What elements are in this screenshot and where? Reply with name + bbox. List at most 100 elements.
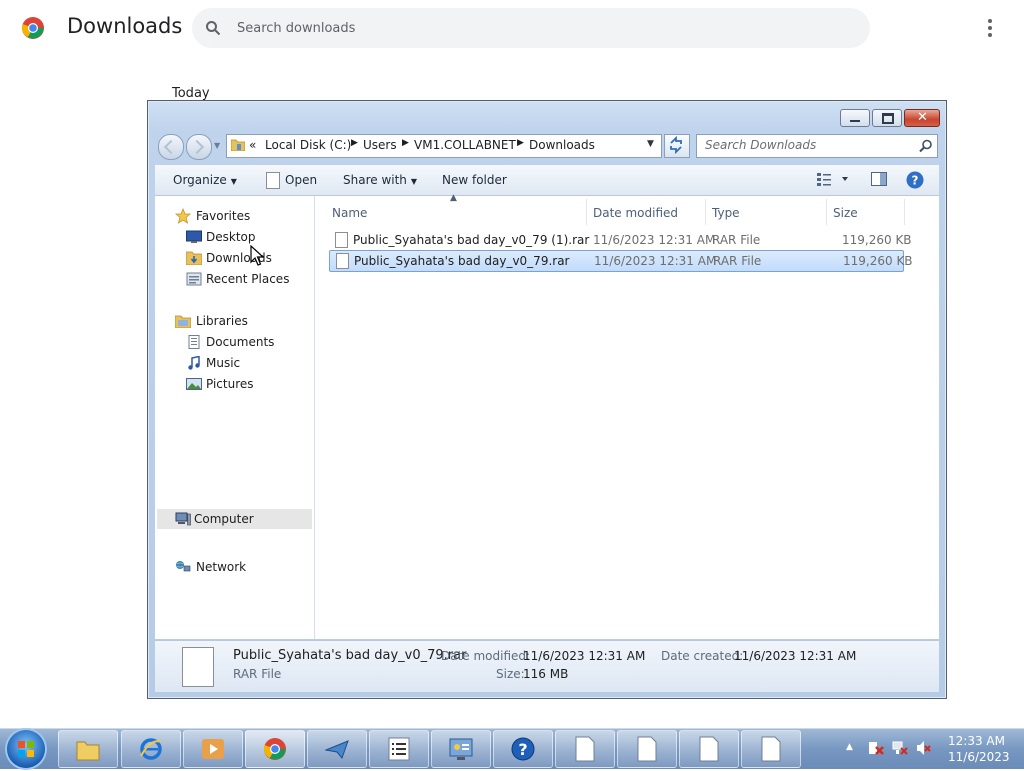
column-divider[interactable] <box>904 199 905 225</box>
details-size-label: Size: <box>496 667 525 681</box>
media-player-icon <box>201 736 225 762</box>
volume-muted-icon[interactable] <box>916 740 932 759</box>
taskbar-chrome-button[interactable] <box>245 730 305 768</box>
nav-computer-row[interactable]: Computer <box>157 509 312 529</box>
taskbar-ie-button[interactable] <box>121 730 181 768</box>
nav-favorites[interactable]: Favorites <box>196 209 250 223</box>
details-pane: Public_Syahata's bad day_v0_79.rar RAR F… <box>155 640 939 692</box>
organize-menu[interactable]: Organize ▼ <box>173 173 237 187</box>
mouse-cursor-icon <box>250 244 266 267</box>
nav-network[interactable]: Network <box>196 560 246 574</box>
nav-libraries[interactable]: Libraries <box>196 314 248 328</box>
details-size: 116 MB <box>523 667 569 681</box>
file-name[interactable]: Public_Syahata's bad day_v0_79.rar <box>354 254 569 268</box>
new-folder-button[interactable]: New folder <box>442 173 507 187</box>
file-type: RAR File <box>712 233 761 247</box>
libraries-icon <box>174 314 192 329</box>
help-icon[interactable]: ? <box>906 171 924 192</box>
crumb-users[interactable]: Users <box>363 138 397 152</box>
document-icon <box>759 736 783 762</box>
nav-recent-places[interactable]: Recent Places <box>206 272 289 286</box>
command-bar: Organize ▼ Open Share with ▼ New folder ? <box>155 165 939 196</box>
navigation-pane: Favorites Desktop Downloads Recent Place… <box>155 196 315 639</box>
crumb-vm1-collabnet[interactable]: VM1.COLLABNET <box>414 138 516 152</box>
network-icon[interactable] <box>892 740 908 759</box>
crumb-downloads[interactable]: Downloads <box>529 138 595 152</box>
svg-text:?: ? <box>518 740 527 759</box>
address-dropdown-icon[interactable]: ▼ <box>647 139 659 151</box>
file-name[interactable]: Public_Syahata's bad day_v0_79 (1).rar <box>353 233 589 247</box>
column-divider[interactable] <box>826 199 827 225</box>
document-icon <box>573 736 597 762</box>
open-button[interactable]: Open <box>285 173 317 187</box>
column-size[interactable]: Size <box>833 206 858 220</box>
explorer-search-input[interactable] <box>705 138 905 152</box>
maximize-button[interactable] <box>872 109 902 127</box>
taskbar-document-button[interactable] <box>679 730 739 768</box>
list-icon <box>387 736 411 762</box>
star-icon <box>174 207 192 224</box>
column-name[interactable]: Name <box>332 206 367 220</box>
file-row-selected[interactable]: Public_Syahata's bad day_v0_79.rar 11/6/… <box>329 250 913 272</box>
show-hidden-icons-icon[interactable]: ▲ <box>846 742 853 752</box>
file-icon <box>266 172 280 189</box>
nav-computer[interactable]: Computer <box>194 512 254 526</box>
taskbar-document-button[interactable] <box>617 730 677 768</box>
downloads-folder-icon <box>185 251 203 266</box>
nav-music[interactable]: Music <box>206 356 240 370</box>
crumb-arrow-icon[interactable]: ▶ <box>402 138 409 148</box>
preview-pane-icon[interactable] <box>871 172 887 189</box>
page-title: Downloads <box>67 14 183 38</box>
more-actions-icon[interactable] <box>980 16 1000 40</box>
details-date-modified-label: Date modified: <box>441 649 531 663</box>
file-list: Name ▲ Date modified Type Size Public_Sy… <box>315 193 939 639</box>
address-bar[interactable]: « Local Disk (C:) ▶ Users ▶ VM1.COLLABNE… <box>226 134 662 158</box>
nav-documents[interactable]: Documents <box>206 335 274 349</box>
taskbar-control-panel-button[interactable] <box>431 730 491 768</box>
chrome-logo-icon <box>21 16 45 40</box>
crumb-arrow-icon[interactable]: ▶ <box>517 138 524 148</box>
file-row[interactable]: Public_Syahata's bad day_v0_79 (1).rar 1… <box>330 230 912 250</box>
view-options-icon[interactable] <box>817 172 857 189</box>
recent-pages-icon[interactable]: ▼ <box>214 141 222 150</box>
start-button[interactable] <box>7 730 45 768</box>
close-button[interactable]: ✕ <box>904 109 940 127</box>
minimize-button[interactable] <box>840 109 870 127</box>
column-type[interactable]: Type <box>712 206 740 220</box>
taskbar-document-button[interactable] <box>555 730 615 768</box>
search-icon[interactable] <box>919 139 933 153</box>
paper-plane-icon <box>324 736 349 762</box>
share-with-menu[interactable]: Share with ▼ <box>343 173 417 187</box>
address-overflow[interactable]: « <box>249 138 256 152</box>
svg-text:?: ? <box>912 174 919 188</box>
clock-date[interactable]: 11/6/2023 <box>948 750 1010 764</box>
column-date-modified[interactable]: Date modified <box>593 206 678 220</box>
forward-button[interactable] <box>186 134 212 160</box>
search-icon <box>205 20 221 36</box>
search-downloads-input[interactable] <box>237 18 837 38</box>
column-divider[interactable] <box>586 199 587 225</box>
desktop-icon <box>186 230 202 244</box>
action-center-icon[interactable] <box>868 740 884 759</box>
file-size: 119,260 KB <box>843 254 913 268</box>
taskbar-help-button[interactable]: ? <box>493 730 553 768</box>
details-date-created-label: Date created: <box>661 649 744 663</box>
refresh-button[interactable] <box>664 134 690 158</box>
documents-icon <box>186 335 202 349</box>
taskbar-mail-button[interactable] <box>307 730 367 768</box>
taskbar-document-button[interactable] <box>741 730 801 768</box>
crumb-arrow-icon[interactable]: ▶ <box>351 138 358 148</box>
clock-time[interactable]: 12:33 AM <box>948 734 1005 748</box>
crumb-local-disk[interactable]: Local Disk (C:) <box>265 138 351 152</box>
taskbar-media-player-button[interactable] <box>183 730 243 768</box>
recent-places-icon <box>186 272 202 286</box>
nav-pictures[interactable]: Pictures <box>206 377 254 391</box>
column-divider[interactable] <box>705 199 706 225</box>
back-button[interactable] <box>158 134 184 160</box>
computer-icon <box>175 512 191 526</box>
taskbar-explorer-button[interactable] <box>58 730 118 768</box>
nav-desktop[interactable]: Desktop <box>206 230 256 244</box>
explorer-search-field[interactable] <box>696 134 938 158</box>
taskbar-list-button[interactable] <box>369 730 429 768</box>
details-date-created: 11/6/2023 12:31 AM <box>734 649 857 663</box>
